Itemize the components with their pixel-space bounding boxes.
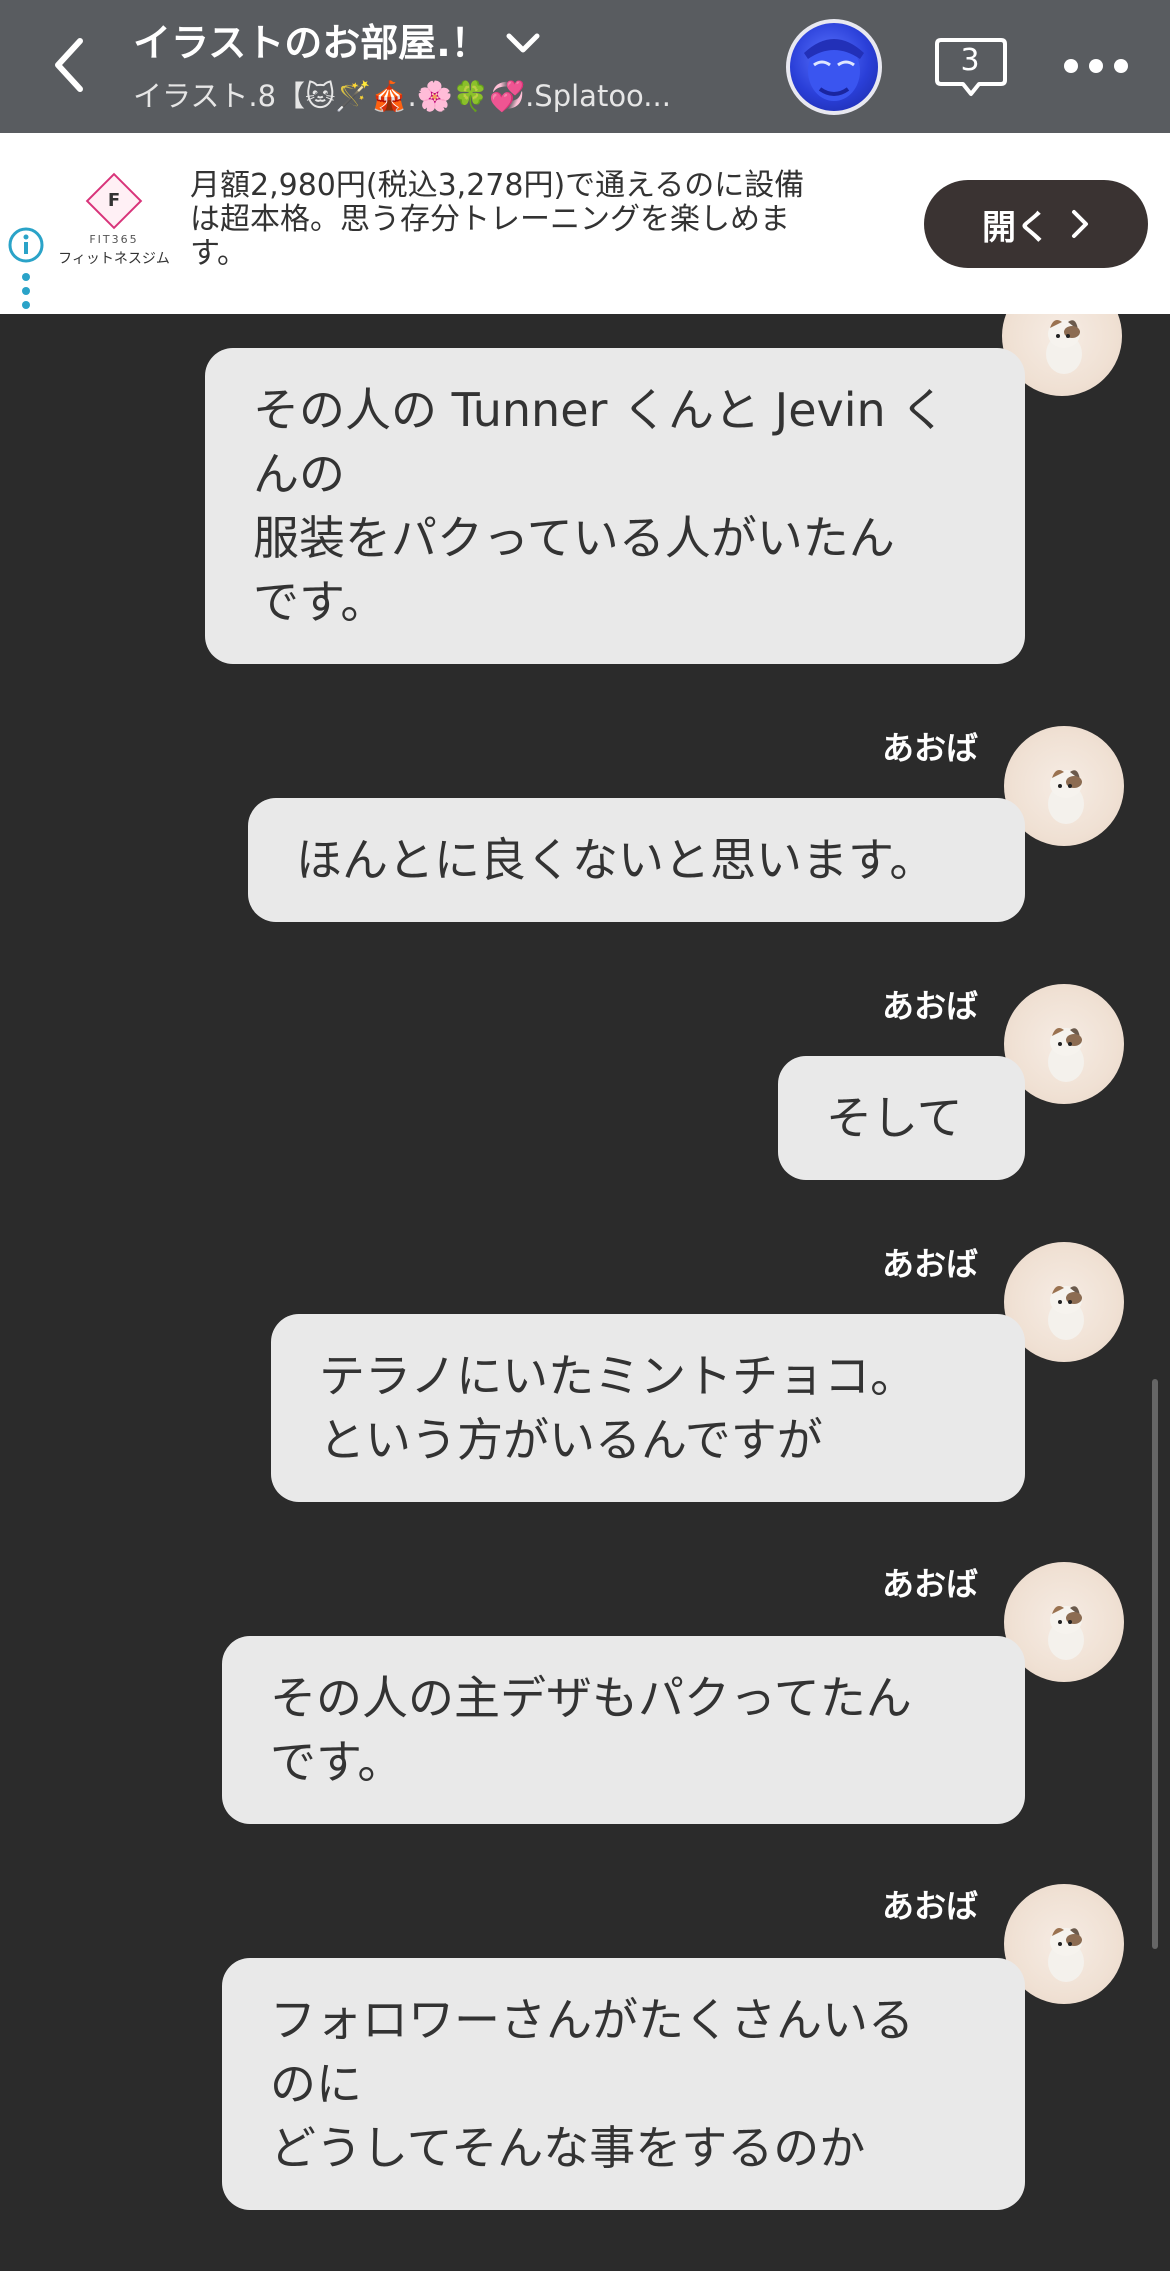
scrollbar[interactable] — [1152, 1379, 1158, 1949]
message-bubble[interactable]: テラノにいたミントチョコ。 という方がいるんですが — [271, 1314, 1025, 1502]
message-bubble[interactable]: ほんとに良くないと思います。 — [248, 798, 1025, 922]
ad-text-line: 月額2,980円(税込3,278円)で通えるのに設備 — [190, 168, 805, 203]
message-bubble[interactable]: その人の Tunner くんと Jevin く んの 服装をパクっている人がいた… — [205, 348, 1025, 664]
member-count: 3 — [960, 43, 980, 78]
message-text: どうしてそんな事をするのか — [270, 2121, 866, 2175]
message-text: です。 — [270, 1735, 404, 1789]
ad-text-line: す。 — [190, 236, 247, 271]
more-icon-dot — [1089, 59, 1103, 73]
message-text: んの — [253, 447, 345, 501]
message-list[interactable]: その人の Tunner くんと Jevin く んの 服装をパクっている人がいた… — [0, 314, 1170, 2271]
more-icon-dot — [1114, 59, 1128, 73]
message-text: その人の Tunner くんと Jevin く — [253, 383, 947, 437]
chat-subtitle: イラスト.8【🐱🪄🎪.🌸🍀💞.Splatoo... — [133, 79, 671, 113]
ad-brand-small: FIT365 — [89, 233, 139, 246]
message-bubble[interactable]: その人の主デザもパクってたん です。 — [222, 1636, 1025, 1824]
sender-name: あおば — [881, 1565, 978, 1603]
message-text: フォロワーさんがたくさんいる — [270, 1993, 914, 2047]
sender-name: あおば — [881, 729, 978, 767]
sender-name: あおば — [881, 987, 978, 1025]
user-avatar[interactable] — [786, 19, 882, 115]
more-icon — [1064, 59, 1078, 73]
sender-name: あおば — [881, 1245, 978, 1283]
back-button[interactable] — [38, 30, 98, 100]
message-text: テラノにいたミントチョコ。 — [319, 1349, 917, 1403]
chat-header: イラストのお部屋.！ イラスト.8【🐱🪄🎪.🌸🍀💞.Splatoo... 3 — [0, 0, 1170, 133]
sender-name: あおば — [881, 1887, 978, 1925]
more-button[interactable] — [1064, 52, 1128, 80]
ad-options-icon[interactable] — [18, 271, 34, 311]
ad-open-button[interactable]: 開く — [924, 180, 1148, 268]
members-button[interactable]: 3 — [935, 36, 1009, 100]
ad-text-line: は超本格。思う存分トレーニングを楽しめま — [190, 202, 790, 237]
chevron-right-icon — [1070, 209, 1090, 239]
message-bubble[interactable]: そして — [778, 1056, 1025, 1180]
message-text: という方がいるんですが — [319, 1413, 823, 1467]
message-text: そして — [826, 1091, 963, 1145]
ad-brand-name: フィットネスジム — [58, 251, 170, 267]
ad-open-label: 開く — [982, 207, 1050, 248]
message-text: のに — [270, 2057, 362, 2111]
info-icon[interactable] — [6, 225, 46, 265]
chat-title: イラストのお部屋.！ — [133, 21, 489, 65]
message-text: その人の主デザもパクってたん — [270, 1671, 912, 1725]
back-arrow-icon — [55, 38, 83, 92]
message-text: 服装をパクっている人がいたん — [253, 511, 895, 565]
ad-logo: F FIT365 フィットネスジム — [58, 172, 170, 271]
message-text: ほんとに良くないと思います。 — [296, 833, 936, 887]
ad-text: 月額2,980円(税込3,278円)で通えるのに設備 は超本格。思う存分トレーニ… — [190, 169, 870, 271]
message-text: です。 — [253, 575, 387, 629]
chat-title-area[interactable]: イラストのお部屋.！ イラスト.8【🐱🪄🎪.🌸🍀💞.Splatoo... — [133, 18, 733, 116]
message-bubble[interactable]: フォロワーさんがたくさんいる のに どうしてそんな事をするのか — [222, 1958, 1025, 2210]
ad-banner[interactable]: F FIT365 フィットネスジム 月額2,980円(税込3,278円)で通える… — [0, 133, 1170, 314]
chevron-down-icon — [505, 31, 541, 55]
